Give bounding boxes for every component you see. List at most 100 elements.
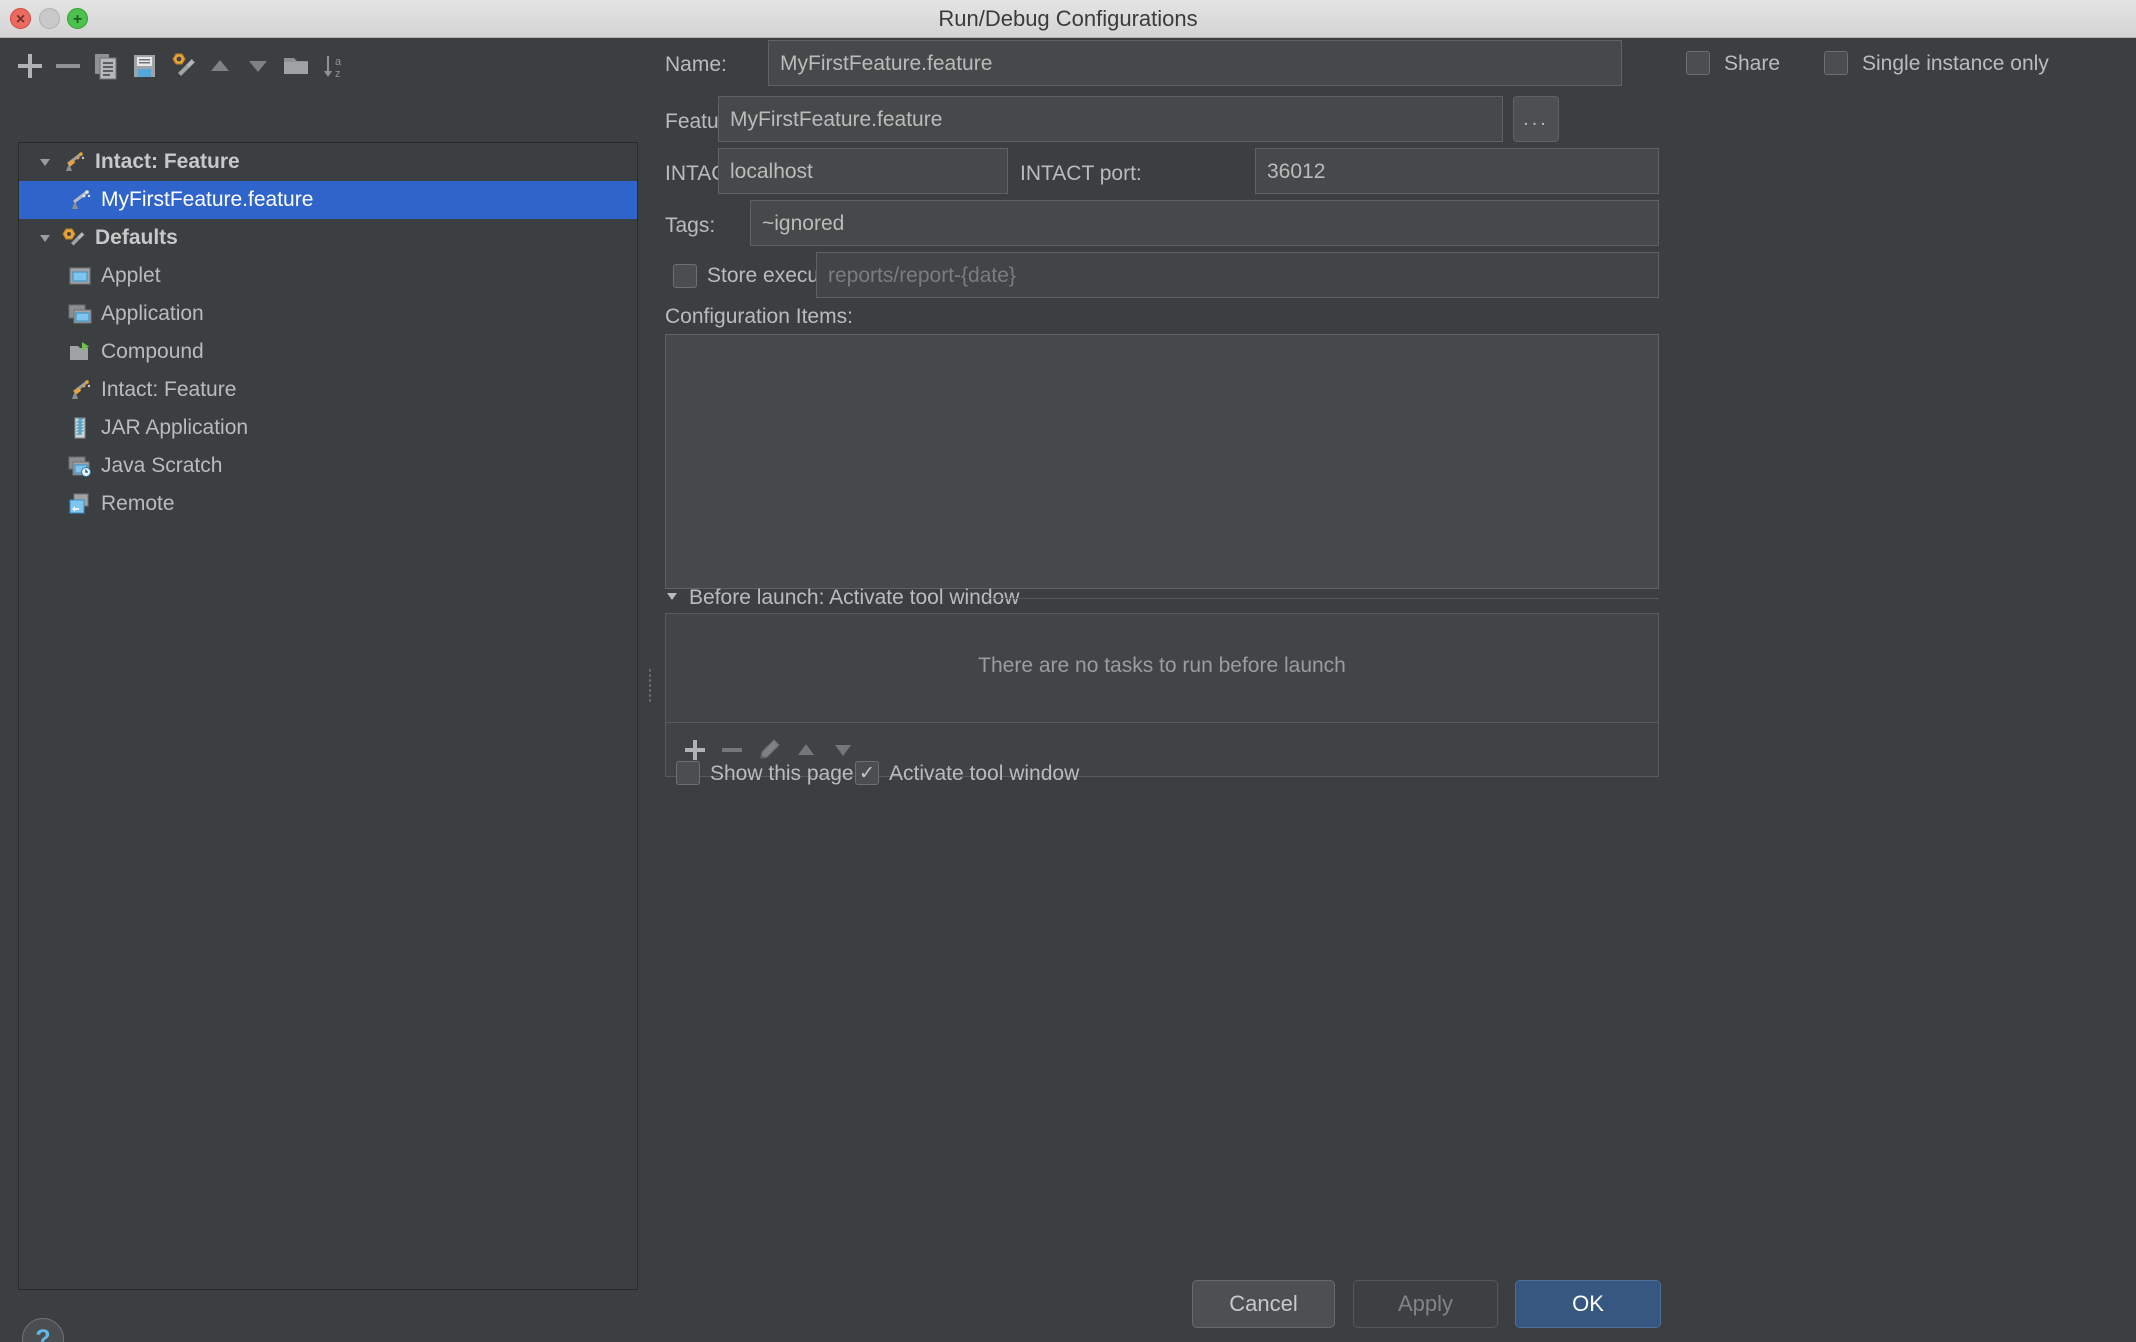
single-instance-checkbox[interactable]	[1824, 51, 1848, 75]
arrow-down-icon	[249, 61, 267, 72]
arrow-up-icon	[798, 744, 814, 755]
jar-icon	[65, 415, 95, 441]
activate-tool-window-label: Activate tool window	[889, 762, 1080, 785]
tree-node-label: Java Scratch	[101, 454, 223, 477]
share-checkbox[interactable]	[1686, 51, 1710, 75]
tree-node-intact-feature-default[interactable]: Intact: Feature	[19, 371, 637, 409]
tree-node-defaults-group[interactable]: Defaults	[19, 219, 637, 257]
intact-port-input[interactable]: 36012	[1255, 148, 1659, 194]
sort-alphabetically-button[interactable]: a z	[316, 48, 352, 84]
browse-feature-file-button[interactable]: ...	[1513, 96, 1559, 142]
compound-icon	[65, 339, 95, 365]
help-button[interactable]: ?	[22, 1318, 64, 1342]
folder-icon	[284, 58, 308, 74]
tree-node-myfirstfeature[interactable]: MyFirstFeature.feature	[19, 181, 637, 219]
arrow-down-icon	[835, 745, 851, 756]
tree-node-label: JAR Application	[101, 416, 249, 439]
store-artifacts-checkbox[interactable]	[673, 264, 697, 288]
configuration-items-textarea[interactable]	[665, 334, 1659, 589]
add-configuration-button[interactable]	[12, 48, 48, 84]
tree-node-label: Application	[101, 302, 204, 325]
tree-node-jar-application[interactable]: JAR Application	[19, 409, 637, 447]
applet-icon	[65, 263, 95, 289]
intact-port-label: INTACT port:	[1020, 162, 1142, 185]
wrench-icon	[59, 225, 89, 251]
tree-node-applet[interactable]: Applet	[19, 257, 637, 295]
tree-node-label: Compound	[101, 340, 204, 363]
move-down-button[interactable]	[240, 48, 276, 84]
arrow-up-icon	[211, 60, 229, 71]
move-task-down-button	[828, 735, 858, 765]
run-debug-configurations-dialog: × + Run/Debug Configurations a z Intact:…	[0, 0, 2136, 1342]
name-input[interactable]: MyFirstFeature.feature	[768, 40, 1622, 86]
tree-node-label: Intact: Feature	[101, 378, 237, 401]
svg-text:z: z	[335, 68, 341, 80]
intact-feature-icon	[59, 149, 89, 175]
single-instance-label: Single instance only	[1862, 52, 2049, 75]
save-configuration-button[interactable]	[126, 48, 162, 84]
tree-node-intact-feature-group[interactable]: Intact: Feature	[19, 143, 637, 181]
tags-input[interactable]: ~ignored	[750, 200, 1659, 246]
window-title: Run/Debug Configurations	[938, 6, 1198, 31]
configurations-toolbar: a z	[0, 38, 645, 94]
edit-task-button	[754, 735, 784, 765]
intact-feature-icon	[65, 377, 95, 403]
cancel-button[interactable]: Cancel	[1192, 1280, 1335, 1328]
remove-task-button	[717, 735, 747, 765]
panel-splitter[interactable]	[645, 38, 655, 1342]
apply-button[interactable]: Apply	[1353, 1280, 1498, 1328]
before-launch-header[interactable]: Before launch: Activate tool window	[665, 586, 1019, 610]
svg-text:a: a	[335, 56, 342, 68]
tree-node-application[interactable]: Application	[19, 295, 637, 333]
collapse-arrow-icon[interactable]	[665, 589, 681, 608]
copy-configuration-button[interactable]	[88, 48, 124, 84]
intact-feature-icon	[65, 187, 95, 213]
configuration-editor-panel: Name: MyFirstFeature.feature Share Singl…	[655, 38, 2136, 1342]
remote-icon	[65, 491, 95, 517]
before-launch-title: Before launch: Activate tool window	[689, 586, 1020, 609]
application-icon	[65, 301, 95, 327]
feature-file-input[interactable]: MyFirstFeature.feature	[718, 96, 1503, 142]
tree-node-compound[interactable]: Compound	[19, 333, 637, 371]
tree-node-java-scratch[interactable]: Java Scratch	[19, 447, 637, 485]
copy-icon	[95, 54, 117, 80]
twisty-expanded-icon[interactable]	[31, 230, 59, 246]
show-this-page-checkbox[interactable]	[676, 761, 700, 785]
move-up-button[interactable]	[202, 48, 238, 84]
wrench-icon	[172, 53, 195, 76]
new-folder-button[interactable]	[278, 48, 314, 84]
section-divider	[985, 598, 1659, 599]
tree-node-label: Remote	[101, 492, 175, 515]
tree-node-label: Applet	[101, 264, 161, 287]
tree-node-remote[interactable]: Remote	[19, 485, 637, 523]
tree-node-label: Intact: Feature	[95, 150, 240, 173]
move-task-up-button	[791, 735, 821, 765]
configurations-tree[interactable]: Intact: Feature MyFirstFeature.feature D…	[18, 142, 638, 1290]
configurations-panel: a z Intact: Feature MyFirstFeature.featu…	[0, 38, 645, 1342]
java-scratch-icon	[65, 453, 95, 479]
pencil-icon	[760, 739, 780, 759]
activate-tool-window-checkbox[interactable]: ✓	[855, 761, 879, 785]
twisty-expanded-icon[interactable]	[31, 154, 59, 170]
store-artifacts-input[interactable]: reports/report-{date}	[816, 252, 1659, 298]
splitter-handle-icon	[648, 668, 652, 704]
title-bar: × + Run/Debug Configurations	[0, 0, 2136, 38]
tags-label: Tags:	[665, 214, 716, 237]
edit-defaults-button[interactable]	[164, 48, 200, 84]
save-icon	[134, 55, 155, 77]
intact-hostname-input[interactable]: localhost	[718, 148, 1008, 194]
configuration-items-label: Configuration Items:	[665, 305, 853, 328]
remove-configuration-button[interactable]	[50, 48, 86, 84]
ok-button[interactable]: OK	[1515, 1280, 1661, 1328]
name-label: Name:	[665, 53, 727, 76]
before-launch-task-list[interactable]: There are no tasks to run before launch	[665, 613, 1659, 723]
share-label: Share	[1724, 52, 1781, 75]
sort-az-icon: a z	[324, 56, 342, 80]
minus-icon	[56, 64, 80, 68]
minus-icon	[722, 748, 742, 752]
tree-node-label: Defaults	[95, 226, 178, 249]
check-icon: ✓	[859, 762, 875, 784]
help-icon: ?	[35, 1324, 51, 1342]
show-this-page-label: Show this page	[710, 762, 854, 785]
plus-icon	[18, 54, 42, 78]
